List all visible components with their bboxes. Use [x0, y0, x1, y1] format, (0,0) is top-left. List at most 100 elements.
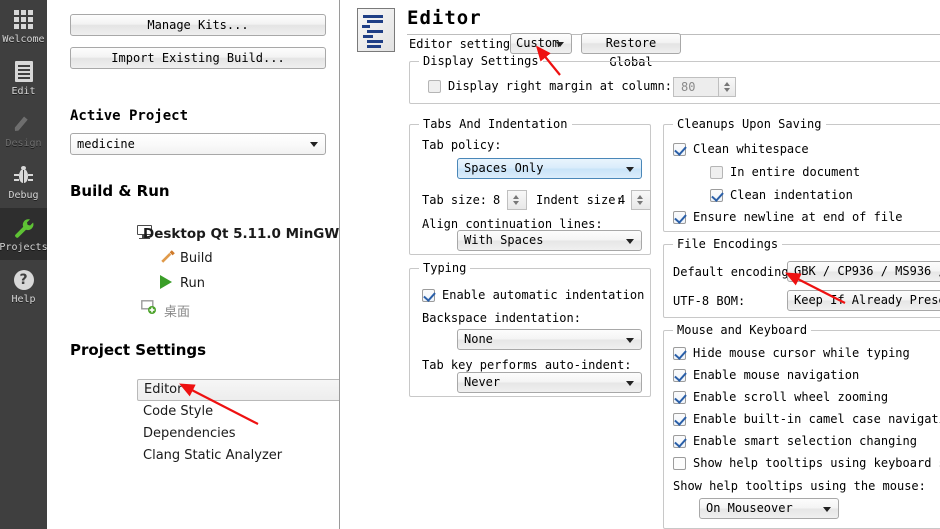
show-help-tooltips-mouse-combo[interactable]: On Mouseover: [699, 498, 839, 519]
qt-creator-window: Welcome Edit Design Debug Projects ? Hel…: [0, 0, 940, 529]
enable-scroll-wheel-zooming-label: Enable scroll wheel zooming: [693, 390, 889, 404]
tab-key-auto-indent-combo[interactable]: Never: [457, 372, 642, 393]
restore-global-button[interactable]: Restore Global: [581, 33, 681, 69]
indent-size-label: Indent size:: [536, 193, 623, 207]
chevron-down-icon: [310, 142, 318, 147]
chevron-down-icon: [626, 380, 634, 386]
mode-projects[interactable]: Projects: [0, 208, 48, 260]
mode-debug[interactable]: Debug: [0, 156, 47, 208]
desktop-target-item[interactable]: 桌面: [164, 301, 190, 320]
ensure-newline-label: Ensure newline at end of file: [693, 210, 903, 224]
tab-policy-value: Spaces Only: [464, 161, 544, 175]
settings-item-clang-static-analyzer[interactable]: Clang Static Analyzer: [137, 445, 339, 467]
tab-size-label: Tab size:: [422, 193, 488, 207]
tab-policy-combo[interactable]: Spaces Only: [457, 158, 642, 179]
spinbox-arrows-icon[interactable]: [508, 191, 526, 209]
project-sidebar: Manage Kits... Import Existing Build... …: [47, 0, 339, 529]
enable-scroll-wheel-zooming-checkbox[interactable]: [673, 391, 686, 404]
show-help-tooltips-shortcut-label: Show help tooltips using keyboard shortc…: [693, 456, 940, 470]
utf8-bom-value: Keep If Already Present: [794, 293, 940, 307]
indent-size-spinbox[interactable]: [631, 190, 651, 210]
align-continuation-value: With Spaces: [464, 233, 544, 247]
mouse-and-keyboard-group: Mouse and Keyboard Hide mouse cursor whi…: [663, 323, 940, 529]
backspace-indentation-combo[interactable]: None: [457, 329, 642, 350]
chevron-down-icon: [556, 41, 564, 47]
settings-item-code-style[interactable]: Code Style: [137, 401, 339, 423]
mode-design-label: Design: [5, 137, 42, 149]
align-continuation-combo[interactable]: With Spaces: [457, 230, 642, 251]
ensure-newline-checkbox[interactable]: [673, 211, 686, 224]
display-settings-title: Display Settings: [419, 54, 543, 68]
settings-item-editor[interactable]: Editor: [137, 379, 339, 401]
active-project-heading: Active Project: [70, 108, 189, 124]
wrench-icon: [13, 216, 35, 240]
page-title: Editor: [407, 7, 482, 29]
clean-indentation-label: Clean indentation: [730, 188, 853, 202]
enable-smart-selection-checkbox[interactable]: [673, 435, 686, 448]
enable-mouse-navigation-checkbox[interactable]: [673, 369, 686, 382]
utf8-bom-label: UTF-8 BOM:: [673, 294, 746, 308]
typing-group: Typing Enable automatic indentation Back…: [409, 261, 651, 397]
spinbox-arrows-icon[interactable]: [718, 78, 735, 96]
display-right-margin-checkbox[interactable]: [428, 80, 441, 93]
import-existing-build-button[interactable]: Import Existing Build...: [70, 47, 326, 69]
mode-projects-label: Projects: [0, 241, 48, 253]
mode-design[interactable]: Design: [0, 104, 47, 156]
document-icon: [14, 60, 33, 84]
display-right-margin-label: Display right margin at column:: [448, 79, 672, 93]
bug-icon: [14, 164, 33, 188]
utf8-bom-combo[interactable]: Keep If Already Present: [787, 290, 940, 311]
tab-size-spinbox[interactable]: [507, 190, 527, 210]
cleanups-title: Cleanups Upon Saving: [673, 117, 826, 131]
chevron-down-icon: [626, 337, 634, 343]
in-entire-document-checkbox[interactable]: [710, 166, 723, 179]
file-encodings-title: File Encodings: [673, 237, 783, 251]
mode-selector-bar: Welcome Edit Design Debug Projects ? Hel…: [0, 0, 48, 529]
enable-camel-case-navigation-checkbox[interactable]: [673, 413, 686, 426]
mouse-and-keyboard-title: Mouse and Keyboard: [673, 323, 812, 337]
backspace-indentation-value: None: [464, 332, 493, 346]
chevron-down-icon: [626, 238, 634, 244]
display-settings-group: Display Settings Display right margin at…: [409, 54, 940, 104]
default-encoding-combo[interactable]: GBK / CP936 / MS936 / wi: [787, 261, 940, 282]
hammer-icon: [161, 250, 175, 263]
indent-size-value: 4: [618, 193, 626, 207]
editor-settings-pane: Editor Editor settings: Custom Restore G…: [341, 0, 940, 529]
file-encodings-group: File Encodings Default encoding: GBK / C…: [663, 237, 940, 318]
show-help-tooltips-mouse-value: On Mouseover: [706, 501, 793, 515]
build-step-item[interactable]: Build: [180, 251, 213, 266]
editor-page-icon: [357, 8, 395, 52]
active-project-combo[interactable]: medicine: [70, 133, 326, 155]
show-help-tooltips-mouse-label: Show help tooltips using the mouse:: [673, 479, 926, 493]
clean-indentation-checkbox[interactable]: [710, 189, 723, 202]
mode-welcome[interactable]: Welcome: [0, 0, 47, 52]
add-target-icon: [141, 300, 156, 314]
tab-policy-label: Tab policy:: [422, 138, 502, 152]
settings-item-dependencies[interactable]: Dependencies: [137, 423, 339, 445]
chevron-down-icon: [823, 506, 831, 512]
editor-settings-combo[interactable]: Custom: [510, 33, 572, 54]
run-step-item[interactable]: Run: [180, 276, 205, 291]
mode-edit[interactable]: Edit: [0, 52, 47, 104]
backspace-indentation-label: Backspace indentation:: [422, 311, 581, 325]
in-entire-document-label: In entire document: [730, 165, 861, 179]
enable-automatic-indentation-checkbox[interactable]: [422, 289, 435, 302]
build-and-run-heading: Build & Run: [70, 182, 170, 200]
editor-settings-label: Editor settings:: [409, 37, 525, 51]
show-help-tooltips-shortcut-checkbox[interactable]: [673, 457, 686, 470]
chevron-down-icon: [626, 166, 634, 172]
mode-help[interactable]: ? Help: [0, 260, 47, 312]
kit-desktop-qt[interactable]: Desktop Qt 5.11.0 MinGW 32bit: [143, 226, 339, 242]
manage-kits-button[interactable]: Manage Kits...: [70, 14, 326, 36]
right-margin-spinbox[interactable]: 80: [673, 77, 736, 97]
cleanups-upon-saving-group: Cleanups Upon Saving Clean whitespace In…: [663, 117, 940, 232]
hide-mouse-cursor-checkbox[interactable]: [673, 347, 686, 360]
default-encoding-value: GBK / CP936 / MS936 / wi: [794, 264, 940, 278]
pane-divider: [339, 0, 340, 529]
spinbox-arrows-icon[interactable]: [632, 191, 650, 209]
active-project-value: medicine: [77, 137, 135, 151]
enable-smart-selection-label: Enable smart selection changing: [693, 434, 917, 448]
project-settings-heading: Project Settings: [70, 341, 207, 359]
clean-whitespace-checkbox[interactable]: [673, 143, 686, 156]
enable-camel-case-navigation-label: Enable built-in camel case navigation: [693, 412, 940, 426]
